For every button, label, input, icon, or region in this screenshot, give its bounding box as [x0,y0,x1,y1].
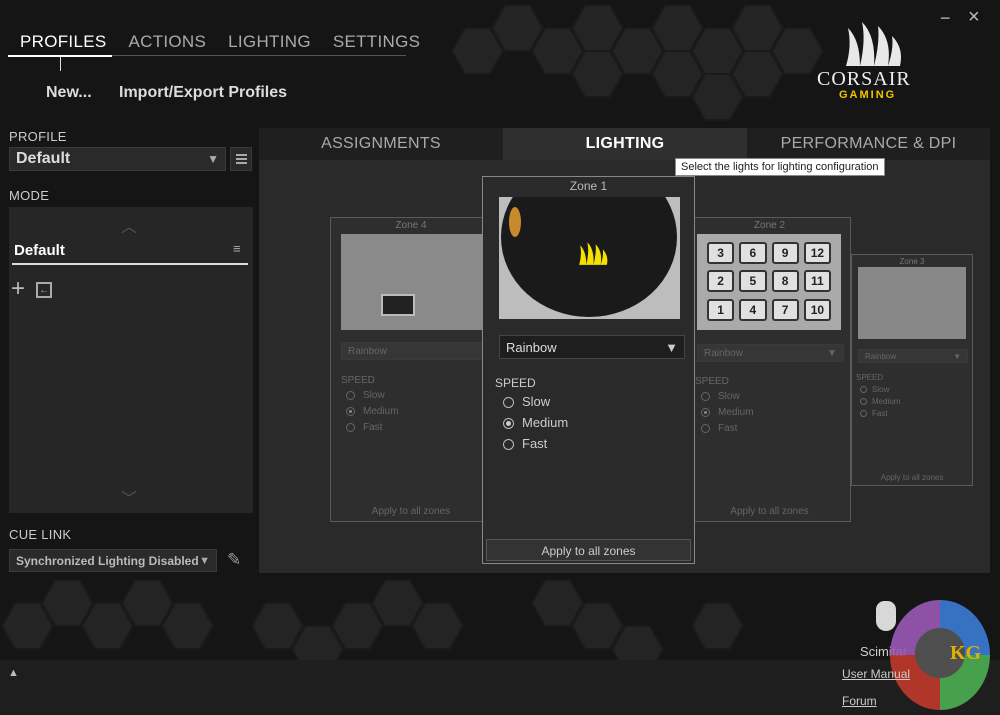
zone-1-speed-medium[interactable]: Medium [503,415,568,430]
import-export-link[interactable]: Import/Export Profiles [119,84,287,102]
profile-dropdown-value: Default [16,150,71,167]
mode-label: MODE [9,188,50,203]
keypad-key: 10 [803,298,831,321]
keypad-key: 8 [771,270,799,293]
close-button[interactable]: × [968,6,980,29]
zone-2-apply-button[interactable]: Apply to all zones [689,506,850,517]
mode-item-label[interactable]: Default [14,242,65,259]
zone-1-effect-dropdown[interactable]: Rainbow ▼ [499,335,685,359]
zone-2-speed-medium[interactable]: Medium [701,407,754,418]
inner-tabs: ASSIGNMENTS LIGHTING PERFORMANCE & DPI [259,128,990,160]
tab-assignments[interactable]: ASSIGNMENTS [259,128,503,160]
cue-link-label: CUE LINK [9,527,72,542]
profile-dropdown[interactable]: Default ▼ [9,147,226,171]
cue-link-value: Synchronized Lighting Disabled [16,553,199,568]
keypad-key: 3 [707,242,735,264]
zone-2-keypad-image: 3 6 9 12 2 5 8 11 1 4 7 10 [697,234,841,330]
zone-1-title: Zone 1 [569,179,608,193]
top-nav: PROFILES ACTIONS LIGHTING SETTINGS [8,30,420,56]
nav-tab-actions[interactable]: ACTIONS [128,30,206,55]
zone-3-effect-value: Rainbow [865,351,897,361]
zone-4-effect-dropdown[interactable]: Rainbow [341,342,483,360]
chevron-down-icon: ▼ [199,554,210,567]
keypad-key: 9 [771,242,799,264]
cue-link-dropdown[interactable]: Synchronized Lighting Disabled ▼ [9,549,217,572]
zone-1-effect-value: Rainbow [506,339,557,355]
zone-3-speed-medium[interactable]: Medium [860,397,900,406]
zone-3-speed-label: SPEED [856,373,884,382]
forum-link[interactable]: Forum [842,694,877,708]
zone-2-speed-label: SPEED [695,376,729,387]
mode-menu-icon[interactable]: ≡ [233,241,241,256]
zone-2-speed-fast[interactable]: Fast [701,423,737,434]
zone-3-apply-button[interactable]: Apply to all zones [852,473,972,482]
keypad-key: 7 [771,298,799,321]
tab-performance-dpi[interactable]: PERFORMANCE & DPI [747,128,990,160]
zone-1-image [499,197,680,319]
zone-2-card[interactable]: Zone 2 3 6 9 12 2 5 8 11 1 4 7 10 Rainbow ▼ SPEED S… [688,217,851,522]
zone-2-effect-dropdown[interactable]: Rainbow ▼ [697,344,844,362]
brand-name: CORSAIR [817,68,911,90]
zone-2-speed-slow[interactable]: Slow [701,391,740,402]
user-manual-link[interactable]: User Manual [842,667,910,681]
keypad-key: 5 [739,270,767,293]
add-mode-icon[interactable]: + [11,277,25,301]
mode-divider [12,263,248,265]
chevron-down-icon: ▼ [207,152,219,166]
zone-2-effect-value: Rainbow [704,347,743,359]
expand-up-icon[interactable]: ▲ [8,667,19,679]
nav-tab-lighting[interactable]: LIGHTING [228,30,311,55]
brand-sub: GAMING [839,89,897,101]
chevron-down-icon: ▼ [827,347,837,359]
zone-3-speed-fast[interactable]: Fast [860,409,888,418]
mode-panel: ︿ Default ≡ + ← ﹀ [9,207,253,513]
mouse-device-icon[interactable] [876,601,896,631]
profile-label: PROFILE [9,129,67,144]
pencil-icon[interactable]: ✎ [227,550,241,570]
profile-menu-button[interactable] [230,147,252,171]
zone-4-speed-slow[interactable]: Slow [346,390,385,401]
zone-1-speed-slow[interactable]: Slow [503,394,550,409]
nav-tab-settings[interactable]: SETTINGS [333,30,420,55]
import-mode-icon[interactable]: ← [36,282,52,298]
zone-4-title: Zone 4 [395,220,427,231]
tab-lighting[interactable]: LIGHTING [503,128,747,160]
zone-1-speed-label: SPEED [495,376,536,390]
new-profile-link[interactable]: New... [46,84,92,102]
active-tab-marker [60,57,61,71]
kg-watermark-logo: KG [890,600,990,710]
zone-4-image [341,234,483,330]
zone-2-title: Zone 2 [753,220,786,231]
zone-3-image [858,267,966,339]
keypad-key: 4 [739,298,767,321]
zone-4-speed-medium[interactable]: Medium [346,406,399,417]
zone-1-apply-button[interactable]: Apply to all zones [486,539,691,561]
zone-4-card[interactable]: Zone 4 Rainbow SPEED Slow Medium Fast Ap… [330,217,492,522]
chevron-down-icon: ▼ [953,351,961,361]
zone-4-apply-button[interactable]: Apply to all zones [331,506,491,517]
corsair-sails-icon [579,242,608,265]
zone-3-card[interactable]: Zone 3 Rainbow ▼ SPEED Slow Medium Fast … [851,254,973,486]
zone-4-speed-label: SPEED [341,375,375,386]
chevron-down-icon: ▼ [665,339,678,355]
keypad-key: 2 [707,270,735,293]
scroll-up-icon[interactable]: ︿ [121,213,137,237]
zone-4-speed-fast[interactable]: Fast [346,422,382,433]
zone-1-card[interactable]: Zone 1 Rainbow ▼ SPEED Slow Medium Fast … [482,176,695,564]
keypad-key: 1 [707,298,735,321]
corsair-sails-logo [846,22,901,66]
zone-3-speed-slow[interactable]: Slow [860,385,889,394]
watermark-text: KG [950,642,982,664]
zone-1-speed-fast[interactable]: Fast [503,436,547,451]
minimize-button[interactable]: − [940,8,951,29]
keypad-key: 12 [803,242,831,264]
nav-tab-profiles[interactable]: PROFILES [20,30,106,55]
zone-4-effect-value: Rainbow [348,345,387,357]
keypad-key: 6 [739,242,767,264]
zone-3-effect-dropdown[interactable]: Rainbow ▼ [858,349,968,363]
scroll-down-icon[interactable]: ﹀ [121,485,137,509]
keypad-key: 11 [803,270,831,293]
tooltip: Select the lights for lighting configura… [675,158,885,176]
